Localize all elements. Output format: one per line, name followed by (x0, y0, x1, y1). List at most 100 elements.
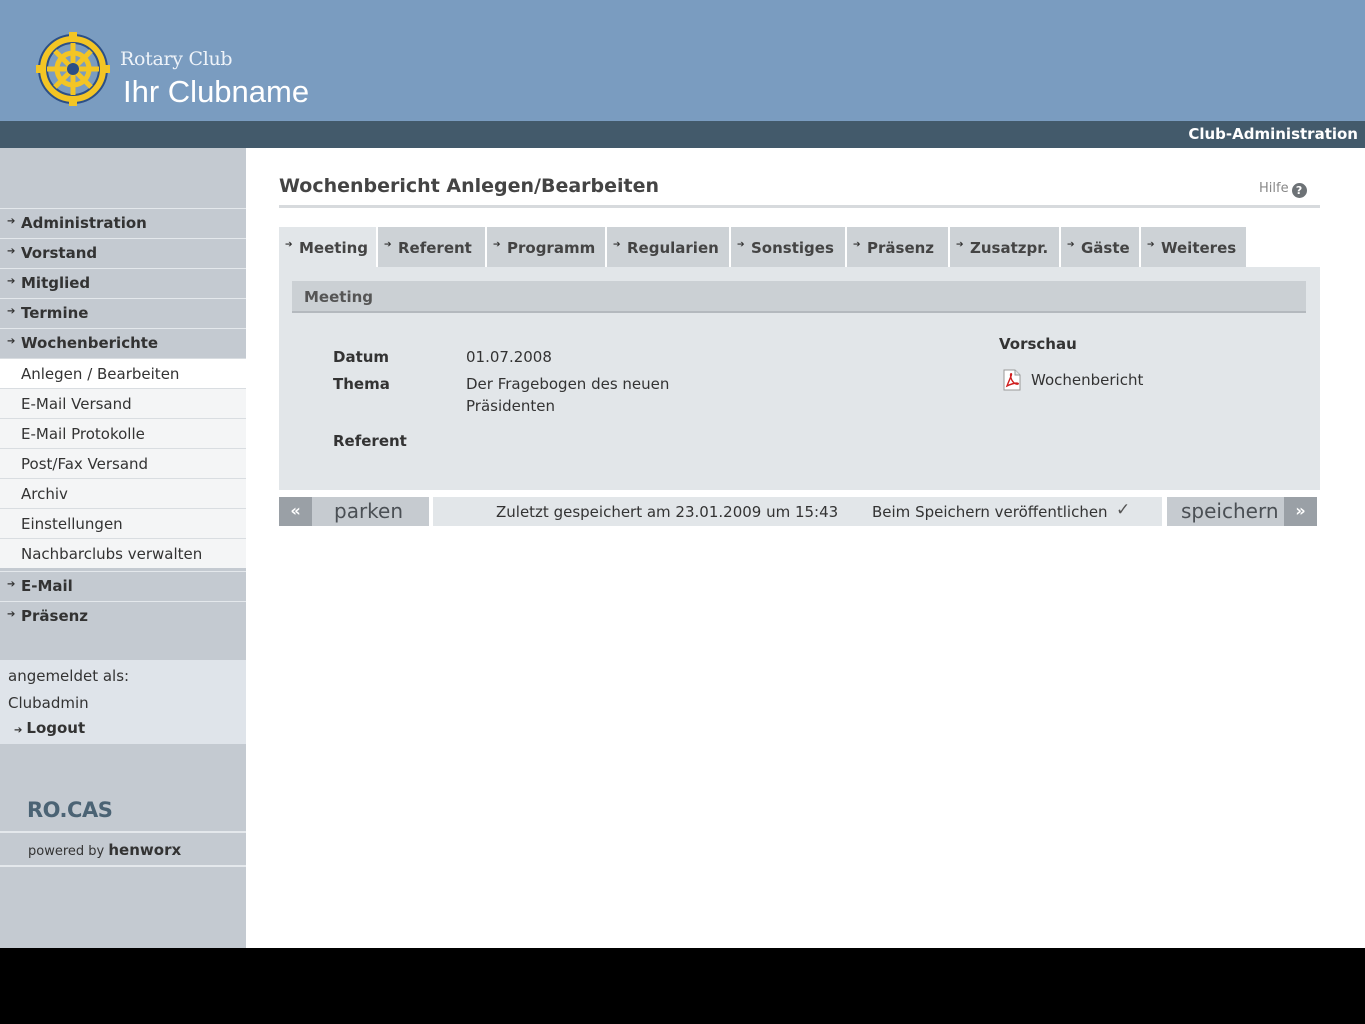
sidebar-subitem-post-fax-versand[interactable]: Post/Fax Versand (0, 448, 246, 478)
save-status-bar: Zuletzt gespeichert am 23.01.2009 um 15:… (433, 497, 1162, 526)
question-mark-icon: ? (1291, 183, 1307, 198)
sidebar-item-label: Termine (21, 304, 89, 322)
tab-label: Referent (398, 239, 472, 257)
thema-label: Thema (333, 375, 390, 393)
datum-label: Datum (333, 348, 390, 366)
arrow-right-icon: ➔ (7, 246, 16, 257)
arrow-right-icon: ➔ (7, 306, 16, 317)
rotary-wheel-icon (36, 32, 110, 106)
sidebar-item-administration[interactable]: ➔ Administration (0, 208, 246, 238)
sidebar: ➔ Administration ➔ Vorstand ➔ Mitglied ➔… (0, 148, 246, 948)
sidebar-subitem-label: E-Mail Versand (21, 395, 132, 413)
title-divider (279, 205, 1320, 208)
login-user: Clubadmin (8, 694, 89, 712)
logout-label: Logout (26, 719, 86, 737)
arrow-right-icon: ➔ (7, 336, 16, 347)
tab-label: Zusatzpr. (970, 239, 1049, 257)
header: Rotary Club Ihr Clubname (0, 0, 1365, 121)
wochenbericht-pdf-link[interactable]: Wochenbericht (1031, 371, 1143, 389)
tab-referent[interactable]: ➔ Referent (378, 227, 485, 267)
double-chevron-left-icon: « (279, 497, 312, 526)
publish-checkbox[interactable]: ✓ (1116, 500, 1130, 520)
sidebar-item-label: Mitglied (21, 274, 91, 292)
login-box: angemeldet als: Clubadmin ➔ Logout (0, 660, 246, 744)
tab-weiteres[interactable]: ➔ Weiteres (1141, 227, 1246, 267)
arrow-right-icon: ➔ (956, 240, 964, 250)
sidebar-subitem-label: Einstellungen (21, 515, 123, 533)
arrow-right-icon: ➔ (7, 609, 16, 620)
arrow-right-icon: ➔ (853, 240, 861, 250)
powered-by: powered by henworx (28, 841, 181, 859)
sidebar-subitem-email-versand[interactable]: E-Mail Versand (0, 388, 246, 418)
logout-link[interactable]: ➔ Logout (14, 719, 85, 737)
arrow-right-icon: ➔ (384, 240, 392, 250)
tab-label: Präsenz (867, 239, 935, 257)
sidebar-item-label: Vorstand (21, 244, 98, 262)
tab-zusatzpr[interactable]: ➔ Zusatzpr. (950, 227, 1059, 267)
sidebar-subitem-label: Anlegen / Bearbeiten (21, 365, 180, 383)
sidebar-item-wochenberichte[interactable]: ➔ Wochenberichte (0, 328, 246, 358)
tab-label: Meeting (299, 239, 369, 257)
arrow-right-icon: ➔ (14, 725, 23, 736)
sidebar-item-label: Präsenz (21, 607, 89, 625)
last-saved-text: Zuletzt gespeichert am 23.01.2009 um 15:… (496, 503, 839, 521)
tab-regularien[interactable]: ➔ Regularien (607, 227, 729, 267)
powered-by-company: henworx (108, 841, 182, 859)
admin-title: Club-Administration (1188, 125, 1358, 143)
sidebar-item-vorstand[interactable]: ➔ Vorstand (0, 238, 246, 268)
sidebar-subitem-label: Archiv (21, 485, 68, 503)
meeting-panel: Meeting Datum 01.07.2008 Thema Der Frage… (279, 267, 1320, 490)
sidebar-subitem-nachbarclubs[interactable]: Nachbarclubs verwalten (0, 538, 246, 568)
sidebar-subitem-archiv[interactable]: Archiv (0, 478, 246, 508)
sidebar-subitem-anlegen-bearbeiten[interactable]: Anlegen / Bearbeiten (0, 358, 246, 388)
sidebar-item-termine[interactable]: ➔ Termine (0, 298, 246, 328)
help-link[interactable]: Hilfe? (1259, 181, 1307, 198)
powered-by-label: powered by (28, 844, 105, 859)
divider (0, 865, 246, 867)
tab-label: Weiteres (1161, 239, 1237, 257)
sidebar-subitem-label: Post/Fax Versand (21, 455, 149, 473)
park-label: parken (334, 499, 404, 523)
sidebar-item-praesenz[interactable]: ➔ Präsenz (0, 601, 246, 631)
admin-bar: Club-Administration (0, 121, 1365, 148)
tab-label: Gäste (1081, 239, 1130, 257)
arrow-right-icon: ➔ (1067, 240, 1075, 250)
sidebar-subitem-email-protokolle[interactable]: E-Mail Protokolle (0, 418, 246, 448)
tab-label: Sonstiges (751, 239, 834, 257)
tab-gaeste[interactable]: ➔ Gäste (1061, 227, 1139, 267)
help-label: Hilfe (1259, 181, 1289, 196)
sidebar-item-mitglied[interactable]: ➔ Mitglied (0, 268, 246, 298)
thema-value-line: Der Fragebogen des neuen (466, 375, 670, 393)
sidebar-subitem-einstellungen[interactable]: Einstellungen (0, 508, 246, 538)
login-label: angemeldet als: (8, 667, 130, 685)
thema-value-line: Präsidenten (466, 397, 555, 415)
tab-sonstiges[interactable]: ➔ Sonstiges (731, 227, 845, 267)
tab-label: Regularien (627, 239, 719, 257)
preview-title: Vorschau (999, 335, 1077, 353)
tab-programm[interactable]: ➔ Programm (487, 227, 605, 267)
tab-praesenz[interactable]: ➔ Präsenz (847, 227, 948, 267)
main-content: Wochenbericht Anlegen/Bearbeiten Hilfe? … (246, 148, 1365, 948)
arrow-right-icon: ➔ (613, 240, 621, 250)
tab-meeting[interactable]: ➔ Meeting (279, 227, 376, 267)
page-title: Wochenbericht Anlegen/Bearbeiten (279, 175, 660, 197)
publish-label: Beim Speichern veröffentlichen (872, 503, 1108, 521)
sidebar-item-label: Wochenberichte (21, 334, 159, 352)
park-button[interactable]: « parken (279, 497, 429, 526)
tab-label: Programm (507, 239, 596, 257)
double-chevron-right-icon: » (1284, 497, 1317, 526)
sidebar-subitem-label: E-Mail Protokolle (21, 425, 145, 443)
sidebar-item-email[interactable]: ➔ E-Mail (0, 571, 246, 601)
arrow-right-icon: ➔ (7, 579, 16, 590)
rocas-logo: RO.CAS (27, 798, 113, 822)
thema-value: Der Fragebogen des neuen Präsidenten (466, 373, 669, 417)
arrow-right-icon: ➔ (737, 240, 745, 250)
referent-label: Referent (333, 432, 407, 450)
pdf-icon (1003, 369, 1021, 391)
save-button[interactable]: speichern » (1167, 497, 1317, 526)
club-name: Ihr Clubname (123, 74, 310, 109)
sidebar-item-label: Administration (21, 214, 147, 232)
arrow-right-icon: ➔ (493, 240, 501, 250)
arrow-right-icon: ➔ (1147, 240, 1155, 250)
arrow-right-icon: ➔ (7, 276, 16, 287)
